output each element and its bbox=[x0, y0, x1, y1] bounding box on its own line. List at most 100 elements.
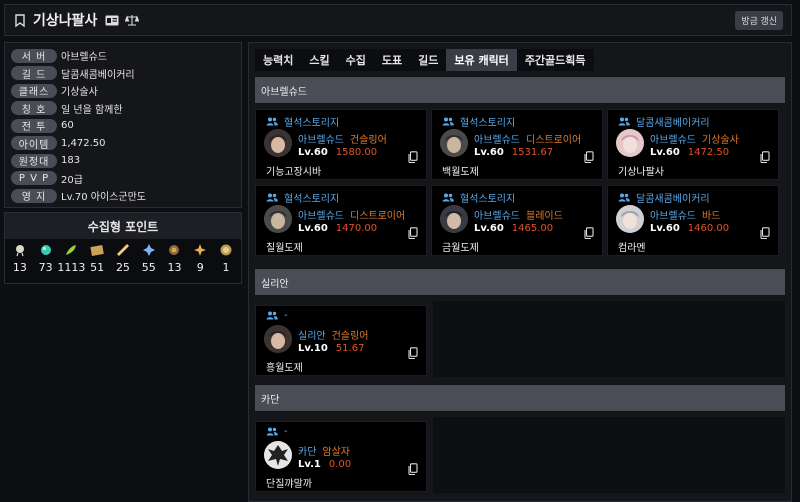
copy-icon[interactable] bbox=[584, 224, 594, 240]
avatar bbox=[440, 129, 468, 157]
empty-area bbox=[433, 417, 785, 493]
character-card[interactable]: 달콤새콤베이커리 아브렐슈드 바드 Lv.60 1460.00 컴라멘 bbox=[607, 185, 779, 256]
collectible-item[interactable]: 13 bbox=[8, 243, 32, 274]
card-guild: - bbox=[266, 310, 288, 321]
card-level: Lv.10 51.67 bbox=[298, 343, 364, 354]
collectible-count: 1113 bbox=[57, 261, 86, 274]
character-level: Lv.10 bbox=[298, 343, 328, 354]
avatar bbox=[264, 129, 292, 157]
copy-icon[interactable] bbox=[408, 224, 418, 240]
collectible-item[interactable]: 25 bbox=[111, 243, 135, 274]
card-server-class: 아브렐슈드 기상술사 bbox=[650, 131, 739, 146]
bookmark-icon[interactable] bbox=[13, 13, 27, 27]
server-name: 실리안 bbox=[298, 331, 326, 342]
card-level: Lv.60 1460.00 bbox=[650, 223, 729, 234]
character-card[interactable]: 혈석스토리지 아브렐슈드 블레이드 Lv.60 1465.00 금월도제 bbox=[431, 185, 603, 256]
profile-label: 영 지 bbox=[11, 188, 57, 203]
character-card-name: 기상나팔사 bbox=[618, 167, 664, 178]
world-tree-leaf-icon bbox=[64, 243, 78, 257]
guild-name: 혈석스토리지 bbox=[284, 194, 340, 205]
tab-skills[interactable]: 스킬 bbox=[301, 49, 338, 71]
profile-row-estate: 영 지 Lv.70 아이스군만도 bbox=[11, 187, 235, 205]
tab-charts[interactable]: 도표 bbox=[373, 49, 411, 71]
item-level: 1460.00 bbox=[687, 223, 730, 234]
refresh-button[interactable]: 방금 갱신 bbox=[735, 10, 783, 30]
ignea-token-icon bbox=[142, 243, 156, 257]
collectible-item[interactable]: 13 bbox=[162, 243, 186, 274]
character-card-name: 단질꺄말까 bbox=[266, 479, 312, 490]
avatar bbox=[616, 129, 644, 157]
item-level: 51.67 bbox=[335, 343, 365, 354]
profile-row-guild: 길 드 달콤새콤베이커리 bbox=[11, 65, 235, 83]
guild-name: - bbox=[284, 310, 288, 321]
profile-row-combat: 전 투 60 bbox=[11, 117, 235, 135]
character-level: Lv.60 bbox=[298, 147, 328, 158]
mokoko-seed-icon bbox=[13, 243, 27, 257]
collectible-count: 9 bbox=[196, 261, 204, 274]
server-name: 아브렐슈드 bbox=[650, 211, 696, 222]
profile-row-class: 클래스 기상술사 bbox=[11, 82, 235, 100]
profile-value: 1,472.50 bbox=[61, 137, 106, 149]
server-section-header: 아브렐슈드 bbox=[255, 77, 785, 103]
class-name: 바드 bbox=[702, 211, 721, 222]
item-level: 0.00 bbox=[328, 459, 352, 470]
character-card[interactable]: 혈석스토리지 아브렐슈드 디스트로이어 Lv.60 1470.00 칠월도제 bbox=[255, 185, 427, 256]
character-card[interactable]: 혈석스토리지 아브렐슈드 건슬링어 Lv.60 1580.00 기능고장시바 bbox=[255, 109, 427, 180]
profile-row-server: 서 버 아브렐슈드 bbox=[11, 47, 235, 65]
tab-guild[interactable]: 길드 bbox=[410, 49, 447, 71]
character-card[interactable]: - 실리안 건슬링어 Lv.10 51.67 흥월도제 bbox=[255, 305, 427, 376]
card-guild: 혈석스토리지 bbox=[442, 114, 515, 129]
card-guild: 달콤새콤베이커리 bbox=[618, 114, 710, 129]
profile-label: 전 투 bbox=[11, 118, 57, 133]
profile-label: 칭 호 bbox=[11, 101, 57, 116]
class-name: 디스트로이어 bbox=[526, 135, 582, 146]
tab-stats[interactable]: 능력치 bbox=[255, 49, 302, 71]
collectible-item[interactable]: 55 bbox=[137, 243, 161, 274]
id-card-icon[interactable] bbox=[105, 15, 119, 26]
guild-name: 달콤새콤베이커리 bbox=[636, 194, 710, 205]
card-server-class: 아브렐슈드 블레이드 bbox=[474, 207, 563, 222]
collectible-item[interactable]: 9 bbox=[188, 243, 212, 274]
server-name: 아브렐슈드 bbox=[298, 211, 344, 222]
character-card[interactable]: - 카단 암살자 Lv.1 0.00 단질꺄말까 bbox=[255, 421, 427, 492]
copy-icon[interactable] bbox=[408, 148, 418, 164]
collectible-item[interactable]: 73 bbox=[34, 243, 58, 274]
copy-icon[interactable] bbox=[408, 344, 418, 360]
character-card[interactable]: 혈석스토리지 아브렐슈드 디스트로이어 Lv.60 1531.67 백월도제 bbox=[431, 109, 603, 180]
tab-owned-characters[interactable]: 보유 캐릭터 bbox=[446, 49, 517, 71]
tab-bar: 능력치 스킬 수집 도표 길드 보유 캐릭터 주간골드획득 bbox=[255, 49, 594, 71]
tab-collection[interactable]: 수집 bbox=[337, 49, 374, 71]
collectibles-panel: 수집형 포인트 13 73 1113 51 25 55 13 9 1 bbox=[4, 212, 242, 284]
collectible-item[interactable]: 1113 bbox=[57, 243, 86, 274]
profile-value: 60 bbox=[61, 120, 74, 132]
collectible-item[interactable]: 1 bbox=[214, 243, 238, 274]
copy-icon[interactable] bbox=[760, 148, 770, 164]
character-card[interactable]: 달콤새콤베이커리아브렐슈드 기상술사 Lv.60 1472.50 기상나팔사 bbox=[607, 109, 779, 180]
users-icon bbox=[618, 193, 630, 202]
collectible-item[interactable]: 51 bbox=[85, 243, 109, 274]
copy-icon[interactable] bbox=[584, 148, 594, 164]
omnium-star-icon bbox=[219, 243, 233, 257]
profile-label: 서 버 bbox=[11, 48, 57, 63]
card-level: Lv.60 1531.67 bbox=[474, 147, 553, 158]
tab-weekly-gold[interactable]: 주간골드획득 bbox=[516, 49, 594, 71]
card-guild: 혈석스토리지 bbox=[442, 190, 515, 205]
character-card-name: 금월도제 bbox=[442, 243, 479, 254]
card-server-class: 실리안 건슬링어 bbox=[298, 327, 368, 342]
card-level: Lv.1 0.00 bbox=[298, 459, 351, 470]
users-icon bbox=[266, 193, 278, 202]
guild-name: 혈석스토리지 bbox=[460, 194, 516, 205]
art-piece-icon bbox=[90, 243, 104, 257]
item-level: 1470.00 bbox=[335, 223, 378, 234]
scale-icon[interactable] bbox=[125, 14, 140, 26]
orpheus-star-icon bbox=[167, 243, 181, 257]
copy-icon[interactable] bbox=[408, 460, 418, 476]
profile-label: 클래스 bbox=[11, 83, 57, 98]
collectibles-title: 수집형 포인트 bbox=[5, 213, 241, 239]
copy-icon[interactable] bbox=[760, 224, 770, 240]
card-guild: 달콤새콤베이커리 bbox=[618, 190, 710, 205]
class-name: 암살자 bbox=[322, 447, 351, 458]
profile-label: 원정대 bbox=[11, 153, 57, 168]
character-level: Lv.60 bbox=[474, 223, 504, 234]
card-level: Lv.60 1472.50 bbox=[650, 147, 729, 158]
